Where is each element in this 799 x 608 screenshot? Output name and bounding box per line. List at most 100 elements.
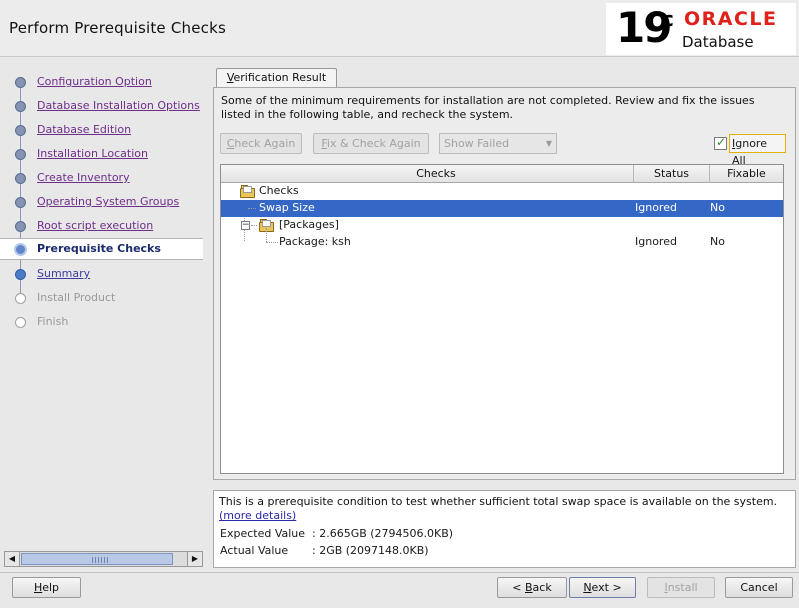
check-fixable: No [710, 201, 725, 214]
tree-line [266, 228, 267, 242]
sidebar-step-database-installation-options[interactable]: Database Installation Options [0, 95, 203, 117]
sidebar-step-operating-system-groups[interactable]: Operating System Groups [0, 191, 203, 213]
tab-mnemonic: V [226, 71, 234, 84]
button-label: ix & Check Again [326, 137, 421, 150]
more-details-link[interactable]: (more details) [219, 509, 296, 522]
sidebar-step-root-script-execution[interactable]: Root script execution [0, 215, 203, 237]
scrollbar-thumb[interactable] [21, 553, 173, 565]
button-prefix: < [512, 581, 525, 594]
expected-value: : 2.665GB (2794506.0KB) [312, 527, 454, 540]
sidebar-step-label: Root script execution [37, 219, 154, 232]
button-mnemonic: N [583, 581, 592, 594]
check-name: Package: ksh [279, 235, 351, 248]
checkmark-icon: ✓ [716, 135, 727, 149]
check-details-pane: This is a prerequisite condition to test… [213, 490, 796, 568]
prerequisite-description: Some of the minimum requirements for ins… [221, 94, 755, 121]
install-button[interactable]: Install [647, 577, 715, 598]
fix-and-check-again-button[interactable]: Fix & Check Again [313, 133, 429, 154]
check-fixable: No [710, 235, 725, 248]
button-label: ext > [591, 581, 622, 594]
expected-value-row: Expected Value : 2.665GB (2794506.0KB) [220, 527, 453, 540]
sidebar-step-summary[interactable]: Summary [0, 263, 203, 285]
step-pending-icon [15, 293, 26, 304]
table-row-packages[interactable]: − [Packages] [221, 217, 783, 234]
sidebar-step-label: Database Installation Options [37, 99, 200, 112]
header-bar: Perform Prerequisite Checks 19 c ORACLE … [0, 0, 799, 57]
button-mnemonic: H [33, 581, 43, 594]
sidebar-step-label: Summary [37, 267, 91, 280]
cancel-button[interactable]: Cancel [725, 577, 793, 598]
ignore-all-checkbox-group[interactable]: ✓ Ignore All [713, 134, 786, 167]
tab-verification-result[interactable]: Verification Result [216, 68, 337, 88]
check-again-button[interactable]: Check Again [220, 133, 302, 154]
logo-brand: ORACLE [684, 8, 778, 30]
check-detail-description: This is a prerequisite condition to test… [219, 495, 789, 523]
check-status: Ignored [635, 235, 677, 248]
sidebar-step-finish: Finish [0, 311, 203, 333]
footer-divider [0, 572, 799, 573]
actual-value: : 2GB (2097148.0KB) [312, 544, 429, 557]
sidebar-step-label: Create Inventory [37, 171, 130, 184]
logo-product: Database [682, 33, 754, 51]
filter-select-value: Show Failed [444, 137, 510, 150]
detail-text: This is a prerequisite condition to test… [219, 495, 778, 508]
ignore-all-checkbox[interactable]: ✓ [714, 135, 727, 150]
help-button[interactable]: Help [12, 577, 81, 598]
check-name: Checks [259, 184, 299, 197]
logo-superscript: c [662, 7, 674, 31]
next-button[interactable]: Next > [569, 577, 636, 598]
sidebar-step-configuration-option[interactable]: Configuration Option [0, 71, 203, 93]
step-done-icon [15, 77, 26, 88]
scroll-left-icon[interactable]: ◀ [5, 552, 20, 566]
button-label: elp [42, 581, 60, 594]
button-label: heck Again [234, 137, 296, 150]
column-header-checks[interactable]: Checks [239, 165, 634, 183]
page-title: Perform Prerequisite Checks [9, 19, 226, 37]
chevron-down-icon: ▼ [545, 139, 552, 148]
button-label: ack [532, 581, 552, 594]
sidebar-step-label: Prerequisite Checks [37, 242, 161, 255]
table-row-package-ksh[interactable]: Package: ksh Ignored No [221, 228, 783, 251]
column-header-fixable[interactable]: Fixable [710, 165, 783, 183]
step-next-icon [15, 269, 26, 280]
scrollbar-grip-icon [92, 557, 110, 563]
sidebar-step-installation-location[interactable]: Installation Location [0, 143, 203, 165]
oracle-19c-logo: 19 c ORACLE Database [606, 3, 796, 55]
column-header-status[interactable]: Status [634, 165, 710, 183]
step-done-icon [15, 173, 26, 184]
tree-line [266, 242, 278, 243]
tab-label: erification Result [233, 71, 327, 84]
tree-line [248, 208, 256, 209]
ignore-all-label[interactable]: Ignore All [729, 134, 786, 167]
table-row-swap-size[interactable]: Swap Size Ignored No [221, 200, 783, 217]
check-name: [Packages] [279, 218, 339, 231]
actual-value-label: Actual Value [220, 544, 289, 557]
sidebar-step-create-inventory[interactable]: Create Inventory [0, 167, 203, 189]
actual-value-row: Actual Value : 2GB (2097148.0KB) [220, 544, 429, 557]
step-done-icon [15, 125, 26, 136]
button-mnemonic: B [525, 581, 533, 594]
step-done-icon [15, 149, 26, 160]
checks-table: Checks Status Fixable Checks Swap Size I… [220, 164, 784, 474]
scroll-right-icon[interactable]: ▶ [187, 552, 202, 566]
tree-line [251, 225, 257, 226]
step-done-icon [15, 101, 26, 112]
sidebar-step-label: Install Product [37, 291, 116, 304]
sidebar-step-database-edition[interactable]: Database Edition [0, 119, 203, 141]
sidebar-step-label: Configuration Option [37, 75, 152, 88]
sidebar-horizontal-scrollbar[interactable]: ◀ ▶ [4, 551, 203, 567]
check-name: Swap Size [259, 201, 315, 214]
expected-value-label: Expected Value [220, 527, 306, 540]
collapse-icon[interactable]: − [241, 221, 250, 230]
table-header: Checks Status Fixable [221, 165, 783, 183]
sidebar-step-install-product: Install Product [0, 287, 203, 309]
folder-icon [240, 185, 255, 198]
filter-select[interactable]: Show Failed ▼ [439, 133, 557, 154]
step-pending-icon [15, 317, 26, 328]
back-button[interactable]: < Back [497, 577, 567, 598]
step-done-icon [15, 221, 26, 232]
steps-sidebar: Configuration Option Database Installati… [0, 58, 206, 548]
button-label: nstall [667, 581, 698, 594]
table-row-checks-root[interactable]: Checks [221, 183, 783, 200]
sidebar-step-prerequisite-checks[interactable]: Prerequisite Checks [0, 238, 203, 260]
